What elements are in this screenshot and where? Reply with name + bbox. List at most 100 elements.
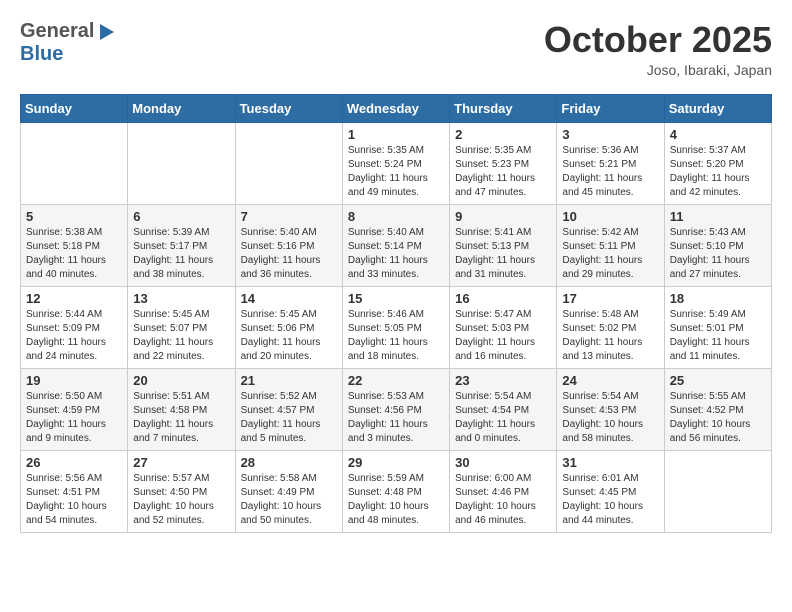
day-number: 11	[670, 209, 766, 224]
table-row: 4 Sunrise: 5:37 AM Sunset: 5:20 PM Daylig…	[664, 122, 771, 204]
day-number: 1	[348, 127, 444, 142]
table-row: 30 Sunrise: 6:00 AM Sunset: 4:46 PM Dayli…	[450, 450, 557, 532]
table-row: 7 Sunrise: 5:40 AM Sunset: 5:16 PM Daylig…	[235, 204, 342, 286]
col-wednesday: Wednesday	[342, 94, 449, 122]
logo-blue-text: Blue	[20, 43, 63, 65]
day-number: 30	[455, 455, 551, 470]
table-row: 6 Sunrise: 5:39 AM Sunset: 5:17 PM Daylig…	[128, 204, 235, 286]
day-info: Sunrise: 5:54 AM Sunset: 4:53 PM Dayligh…	[562, 390, 658, 446]
day-info: Sunrise: 5:50 AM Sunset: 4:59 PM Dayligh…	[26, 390, 122, 446]
col-monday: Monday	[128, 94, 235, 122]
day-info: Sunrise: 5:59 AM Sunset: 4:48 PM Dayligh…	[348, 472, 444, 528]
day-number: 18	[670, 291, 766, 306]
day-number: 25	[670, 373, 766, 388]
table-row: 24 Sunrise: 5:54 AM Sunset: 4:53 PM Dayli…	[557, 368, 664, 450]
day-number: 14	[241, 291, 337, 306]
table-row: 3Sunrise: 5:36 AM Sunset: 5:21 PM Daylig…	[557, 122, 664, 204]
day-number: 31	[562, 455, 658, 470]
calendar-week-row: 1 Sunrise: 5:35 AM Sunset: 5:24 PM Daylig…	[21, 122, 772, 204]
table-row: 20 Sunrise: 5:51 AM Sunset: 4:58 PM Dayli…	[128, 368, 235, 450]
day-info: Sunrise: 5:46 AM Sunset: 5:05 PM Dayligh…	[348, 308, 444, 364]
calendar-week-row: 5 Sunrise: 5:38 AM Sunset: 5:18 PM Daylig…	[21, 204, 772, 286]
table-row: 16 Sunrise: 5:47 AM Sunset: 5:03 PM Dayli…	[450, 286, 557, 368]
table-row: 14 Sunrise: 5:45 AM Sunset: 5:06 PM Dayli…	[235, 286, 342, 368]
day-number: 6	[133, 209, 229, 224]
calendar-header-row: Sunday Monday Tuesday Wednesday Thursday…	[21, 94, 772, 122]
col-tuesday: Tuesday	[235, 94, 342, 122]
day-info: Sunrise: 6:00 AM Sunset: 4:46 PM Dayligh…	[455, 472, 551, 528]
table-row: 31Sunrise: 6:01 AM Sunset: 4:45 PM Dayli…	[557, 450, 664, 532]
day-number: 16	[455, 291, 551, 306]
day-info: Sunrise: 5:55 AM Sunset: 4:52 PM Dayligh…	[670, 390, 766, 446]
table-row	[21, 122, 128, 204]
day-number: 13	[133, 291, 229, 306]
location: Joso, Ibaraki, Japan	[544, 62, 772, 78]
day-info: Sunrise: 5:51 AM Sunset: 4:58 PM Dayligh…	[133, 390, 229, 446]
day-info: Sunrise: 5:41 AM Sunset: 5:13 PM Dayligh…	[455, 226, 551, 282]
day-info: Sunrise: 5:45 AM Sunset: 5:07 PM Dayligh…	[133, 308, 229, 364]
table-row: 11 Sunrise: 5:43 AM Sunset: 5:10 PM Dayli…	[664, 204, 771, 286]
day-info: Sunrise: 5:53 AM Sunset: 4:56 PM Dayligh…	[348, 390, 444, 446]
day-info: Sunrise: 5:48 AM Sunset: 5:02 PM Dayligh…	[562, 308, 658, 364]
table-row: 2Sunrise: 5:35 AM Sunset: 5:23 PM Daylig…	[450, 122, 557, 204]
day-info: Sunrise: 5:35 AM Sunset: 5:24 PM Dayligh…	[348, 144, 444, 200]
table-row: 27Sunrise: 5:57 AM Sunset: 4:50 PM Dayli…	[128, 450, 235, 532]
table-row: 29 Sunrise: 5:59 AM Sunset: 4:48 PM Dayli…	[342, 450, 449, 532]
table-row: 9 Sunrise: 5:41 AM Sunset: 5:13 PM Daylig…	[450, 204, 557, 286]
table-row: 12Sunrise: 5:44 AM Sunset: 5:09 PM Dayli…	[21, 286, 128, 368]
day-number: 27	[133, 455, 229, 470]
day-info: Sunrise: 5:45 AM Sunset: 5:06 PM Dayligh…	[241, 308, 337, 364]
col-sunday: Sunday	[21, 94, 128, 122]
logo: General Blue	[20, 20, 114, 66]
table-row: 13 Sunrise: 5:45 AM Sunset: 5:07 PM Dayli…	[128, 286, 235, 368]
day-info: Sunrise: 5:39 AM Sunset: 5:17 PM Dayligh…	[133, 226, 229, 282]
day-info: Sunrise: 5:38 AM Sunset: 5:18 PM Dayligh…	[26, 226, 122, 282]
table-row	[128, 122, 235, 204]
table-row: 5 Sunrise: 5:38 AM Sunset: 5:18 PM Daylig…	[21, 204, 128, 286]
day-number: 21	[241, 373, 337, 388]
table-row: 17Sunrise: 5:48 AM Sunset: 5:02 PM Dayli…	[557, 286, 664, 368]
logo-triangle-icon	[100, 24, 114, 40]
day-info: Sunrise: 5:40 AM Sunset: 5:16 PM Dayligh…	[241, 226, 337, 282]
table-row: 21 Sunrise: 5:52 AM Sunset: 4:57 PM Dayli…	[235, 368, 342, 450]
day-number: 19	[26, 373, 122, 388]
table-row: 8Sunrise: 5:40 AM Sunset: 5:14 PM Daylig…	[342, 204, 449, 286]
day-number: 26	[26, 455, 122, 470]
day-number: 7	[241, 209, 337, 224]
day-info: Sunrise: 5:42 AM Sunset: 5:11 PM Dayligh…	[562, 226, 658, 282]
day-number: 20	[133, 373, 229, 388]
table-row: 1 Sunrise: 5:35 AM Sunset: 5:24 PM Daylig…	[342, 122, 449, 204]
table-row: 28 Sunrise: 5:58 AM Sunset: 4:49 PM Dayli…	[235, 450, 342, 532]
day-number: 4	[670, 127, 766, 142]
table-row: 26Sunrise: 5:56 AM Sunset: 4:51 PM Dayli…	[21, 450, 128, 532]
day-number: 9	[455, 209, 551, 224]
day-number: 29	[348, 455, 444, 470]
table-row: 23Sunrise: 5:54 AM Sunset: 4:54 PM Dayli…	[450, 368, 557, 450]
day-info: Sunrise: 5:37 AM Sunset: 5:20 PM Dayligh…	[670, 144, 766, 200]
table-row: 25 Sunrise: 5:55 AM Sunset: 4:52 PM Dayli…	[664, 368, 771, 450]
logo-general-text: General	[20, 20, 94, 43]
calendar-week-row: 12Sunrise: 5:44 AM Sunset: 5:09 PM Dayli…	[21, 286, 772, 368]
day-info: Sunrise: 5:52 AM Sunset: 4:57 PM Dayligh…	[241, 390, 337, 446]
day-number: 8	[348, 209, 444, 224]
day-info: Sunrise: 5:36 AM Sunset: 5:21 PM Dayligh…	[562, 144, 658, 200]
table-row	[664, 450, 771, 532]
calendar-week-row: 19 Sunrise: 5:50 AM Sunset: 4:59 PM Dayli…	[21, 368, 772, 450]
table-row	[235, 122, 342, 204]
day-info: Sunrise: 5:44 AM Sunset: 5:09 PM Dayligh…	[26, 308, 122, 364]
table-row: 15Sunrise: 5:46 AM Sunset: 5:05 PM Dayli…	[342, 286, 449, 368]
col-saturday: Saturday	[664, 94, 771, 122]
day-info: Sunrise: 5:43 AM Sunset: 5:10 PM Dayligh…	[670, 226, 766, 282]
day-number: 23	[455, 373, 551, 388]
day-number: 28	[241, 455, 337, 470]
day-number: 5	[26, 209, 122, 224]
day-info: Sunrise: 5:35 AM Sunset: 5:23 PM Dayligh…	[455, 144, 551, 200]
calendar-week-row: 26Sunrise: 5:56 AM Sunset: 4:51 PM Dayli…	[21, 450, 772, 532]
table-row: 22Sunrise: 5:53 AM Sunset: 4:56 PM Dayli…	[342, 368, 449, 450]
page-header: General Blue October 2025 Joso, Ibaraki,…	[20, 20, 772, 78]
day-number: 24	[562, 373, 658, 388]
title-area: October 2025 Joso, Ibaraki, Japan	[544, 20, 772, 78]
day-number: 10	[562, 209, 658, 224]
day-info: Sunrise: 5:47 AM Sunset: 5:03 PM Dayligh…	[455, 308, 551, 364]
day-info: Sunrise: 5:58 AM Sunset: 4:49 PM Dayligh…	[241, 472, 337, 528]
